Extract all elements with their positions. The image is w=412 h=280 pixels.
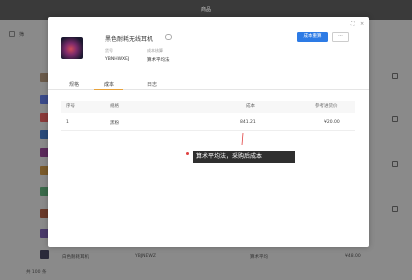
annotation-tooltip: 算术平均法，采购后成本 xyxy=(193,151,295,163)
annotation-marker xyxy=(186,152,189,155)
annotation-pointer xyxy=(241,132,244,146)
